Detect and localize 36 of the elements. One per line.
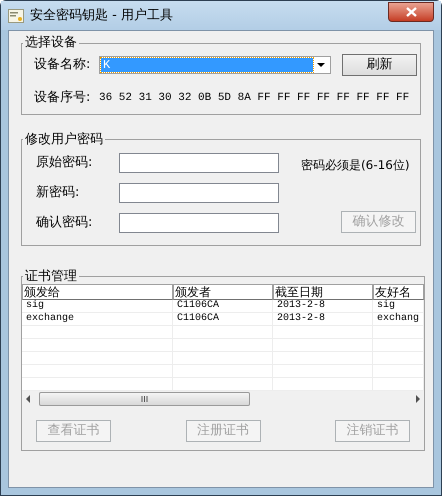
group-title: 选择设备 xyxy=(24,36,78,50)
table-cell: sig xyxy=(373,300,424,312)
serial-number: 36 52 31 30 32 0B 5D 8A FF FF FF FF FF FF FF FF xyxy=(99,90,410,106)
scroll-right-icon xyxy=(415,395,421,403)
close-icon xyxy=(406,6,416,16)
password-field[interactable] xyxy=(119,212,279,232)
dropdown-value: K xyxy=(101,58,313,72)
column-header[interactable]: 颁发者 xyxy=(173,284,273,300)
table-cell: sig xyxy=(22,300,173,312)
password-field[interactable] xyxy=(119,152,279,172)
table-cell: exchang xyxy=(373,312,424,324)
app-icon xyxy=(8,8,24,22)
column-header[interactable]: 截至日期 xyxy=(273,284,373,300)
field-label: 设备序号: xyxy=(34,89,92,107)
table-cell: 2013-2-8 xyxy=(273,312,373,324)
table-cell: C1106CA xyxy=(173,300,273,312)
table-cell: 2013-2-8 xyxy=(273,300,373,312)
group-title: 修改用户密码 xyxy=(24,132,104,146)
scrollbar-thumb[interactable] xyxy=(39,392,250,406)
column-header[interactable]: 友好名 xyxy=(373,284,424,300)
push-button[interactable]: 刷新 xyxy=(342,54,417,76)
scroll-left-icon xyxy=(25,395,31,403)
grip-icon xyxy=(141,396,148,402)
horizontal-scrollbar[interactable] xyxy=(22,390,424,408)
field-label: 原始密码: xyxy=(36,154,94,172)
close-button[interactable] xyxy=(388,2,434,22)
password-hint: 密码必须是(6-16位) xyxy=(301,156,411,174)
column-header[interactable]: 颁发给 xyxy=(22,284,173,300)
field-label: 新密码: xyxy=(36,184,80,202)
field-label: 设备名称: xyxy=(34,56,92,74)
window-title: 安全密码钥匙 - 用户工具 xyxy=(30,6,174,25)
table-cell: C1106CA xyxy=(173,312,273,324)
password-field[interactable] xyxy=(119,182,279,202)
group-title: 证书管理 xyxy=(24,270,78,284)
field-label: 确认密码: xyxy=(36,214,94,232)
table-cell: exchange xyxy=(22,312,173,324)
